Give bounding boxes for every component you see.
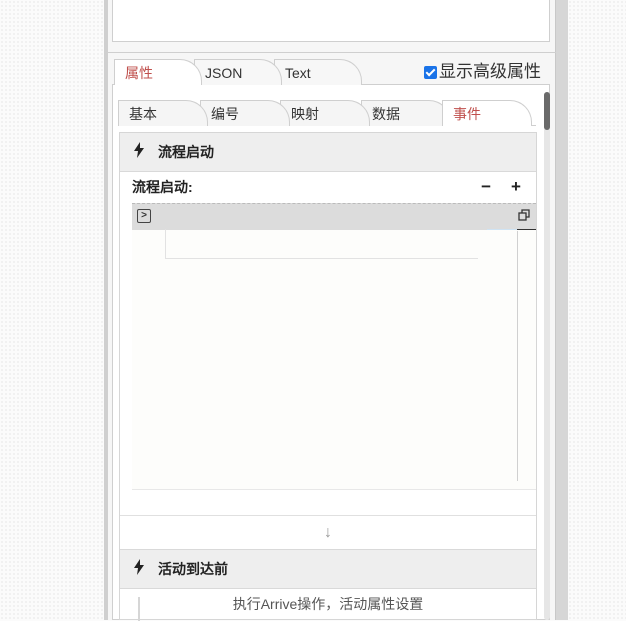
lightning-icon	[133, 558, 147, 580]
section-header-before-activity[interactable]: 活动到达前	[120, 549, 536, 589]
editor-right-border	[517, 231, 518, 481]
remove-button[interactable]: −	[478, 177, 494, 197]
subtab-mapping[interactable]: 映射	[280, 100, 370, 126]
upper-panel-box	[112, 0, 550, 42]
subtab-numbering[interactable]: 编号	[200, 100, 290, 126]
advanced-checkbox[interactable]	[424, 65, 437, 79]
editor-gutter-mark	[517, 229, 536, 230]
editor-selection-mark	[487, 229, 517, 230]
script-editor[interactable]: >	[132, 203, 536, 490]
show-advanced-toggle[interactable]: 显示高级属性	[424, 60, 541, 84]
tab-json[interactable]: JSON	[194, 59, 282, 85]
scrollbar-thumb[interactable]	[544, 92, 550, 130]
tab-text[interactable]: Text	[274, 59, 362, 85]
editor-text-area[interactable]	[165, 229, 478, 259]
panel-separator	[108, 52, 556, 53]
lightning-icon	[133, 141, 147, 163]
section-title: 流程启动	[158, 144, 214, 160]
process-start-row: 流程启动: − +	[132, 175, 524, 199]
section-description: 执行Arrive操作，活动属性设置	[232, 596, 424, 612]
run-script-icon[interactable]: >	[137, 209, 151, 223]
subtab-basic[interactable]: 基本	[118, 100, 208, 126]
maximize-icon[interactable]	[518, 209, 530, 221]
right-rail	[556, 0, 568, 620]
editor-toolbar: >	[132, 203, 536, 230]
subtab-data[interactable]: 数据	[361, 100, 451, 126]
add-button[interactable]: +	[508, 177, 524, 197]
events-list: 流程启动 流程启动: − + > ↓ 活动到达前 执行Arrive操作，活动属性…	[119, 132, 537, 621]
field-label: 流程启动:	[132, 179, 193, 195]
property-panel: 属性 JSON Text 显示高级属性 基本 编号 映射 数据 事件 流程启动 …	[108, 0, 556, 621]
section-header-process-start[interactable]: 流程启动	[120, 133, 536, 172]
subtab-events[interactable]: 事件	[442, 100, 532, 126]
flow-arrow: ↓	[120, 515, 536, 550]
editor-bottom-border	[132, 489, 536, 490]
tab-properties[interactable]: 属性	[114, 59, 202, 85]
down-arrow-icon: ↓	[324, 524, 332, 541]
vertical-scrollbar[interactable]	[544, 92, 550, 620]
advanced-label: 显示高级属性	[439, 62, 541, 81]
section-title: 活动到达前	[158, 561, 228, 577]
